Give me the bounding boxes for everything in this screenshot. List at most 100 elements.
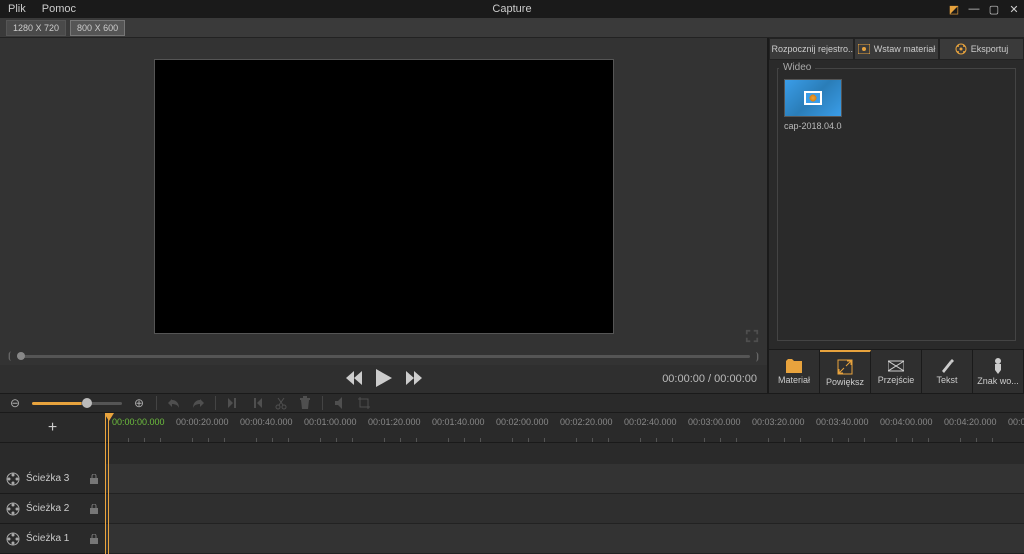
insert-label: Wstaw materiał [874, 44, 936, 54]
tab-zoom[interactable]: Powiększ [820, 350, 871, 393]
tab-text[interactable]: Tekst [922, 350, 973, 393]
ruler-tick: 00:04:00.000 [880, 417, 933, 427]
zoom-out-button[interactable]: ⊖ [8, 396, 22, 410]
zoom-in-button[interactable]: ⊕ [132, 396, 146, 410]
volume-button[interactable] [333, 396, 347, 410]
mark-out-button[interactable] [250, 396, 264, 410]
right-panel: Rozpocznij rejestro... Wstaw materiał Ek… [768, 38, 1024, 393]
playback-controls: 00:00:00 / 00:00:00 [0, 365, 767, 393]
lock-icon[interactable] [89, 474, 99, 484]
resolution-800x600[interactable]: 800 X 600 [70, 20, 125, 36]
bracket-right-icon: ⦘ [756, 351, 759, 362]
undo-button[interactable] [167, 396, 181, 410]
timeline-ruler[interactable]: 00:00:00.000 00:00:20.000 00:00:40.000 00:0… [106, 413, 1024, 443]
tab-transition-label: Przejście [878, 375, 915, 385]
thumbnail-image [784, 79, 842, 117]
time-display: 00:00:00 / 00:00:00 [662, 373, 757, 385]
edit-toolbar: ⊖ ⊕ [0, 393, 1024, 413]
delete-button[interactable] [298, 396, 312, 410]
film-icon [6, 472, 20, 486]
thumbnail-label: cap-2018.04.04.14... [784, 121, 842, 131]
ruler-tick: 00:01:40.000 [432, 417, 485, 427]
play-button[interactable] [376, 369, 392, 390]
close-button[interactable]: ✕ [1008, 3, 1020, 15]
record-label: Rozpocznij rejestro... [771, 44, 854, 54]
zoom-slider[interactable] [32, 402, 122, 405]
zoom-thumb[interactable] [82, 398, 92, 408]
lock-icon[interactable] [89, 534, 99, 544]
preview-pane: ⦗ ⦘ 00:00:00 / 00:00:00 [0, 38, 768, 393]
forward-button[interactable] [406, 371, 422, 388]
scrub-row: ⦗ ⦘ [0, 347, 767, 365]
playhead[interactable] [108, 413, 109, 554]
tab-text-label: Tekst [936, 375, 957, 385]
lock-icon[interactable] [89, 504, 99, 514]
track-header-2[interactable]: Ścieżka 2 [0, 494, 105, 524]
minimize-button[interactable]: — [968, 3, 980, 15]
bracket-left-icon: ⦗ [8, 351, 11, 362]
track-lane-2[interactable] [106, 494, 1024, 524]
mark-in-button[interactable] [226, 396, 240, 410]
video-preview[interactable] [154, 59, 614, 334]
title-bar: Plik Pomoc Capture ◩ — ▢ ✕ [0, 0, 1024, 18]
timeline: + Ścieżka 3 Ścieżka 2 Ścieżka 1 00:00:00… [0, 413, 1024, 554]
resolution-1280x720[interactable]: 1280 X 720 [6, 20, 66, 36]
tab-material[interactable]: Materiał [769, 350, 820, 393]
film-icon [6, 502, 20, 516]
ruler-tick: 00:04:20.000 [944, 417, 997, 427]
media-thumbnail[interactable]: cap-2018.04.04.14... [784, 79, 842, 131]
cut-button[interactable] [274, 396, 288, 410]
tab-transition[interactable]: Przejście [871, 350, 922, 393]
ruler-tick: 00:00:20.000 [176, 417, 229, 427]
pin-icon[interactable]: ◩ [948, 3, 960, 15]
scrub-slider[interactable] [17, 355, 749, 358]
ruler-tick: 00:00:00.000 [112, 417, 165, 427]
ruler-tick: 00:04 [1008, 417, 1024, 427]
ruler-tick: 00:03:20.000 [752, 417, 805, 427]
track-lane-1[interactable] [106, 524, 1024, 554]
ruler-tick: 00:00:40.000 [240, 417, 293, 427]
crop-button[interactable] [357, 396, 371, 410]
menu-help[interactable]: Pomoc [42, 3, 76, 15]
tab-watermark-label: Znak wo... [977, 376, 1019, 386]
ruler-tick: 00:01:20.000 [368, 417, 421, 427]
ruler-tick: 00:03:00.000 [688, 417, 741, 427]
track-lane-3[interactable] [106, 464, 1024, 494]
ruler-tick: 00:02:40.000 [624, 417, 677, 427]
track-label: Ścieżka 3 [26, 473, 83, 484]
tab-watermark[interactable]: Znak wo... [973, 350, 1024, 393]
ruler-tick: 00:01:00.000 [304, 417, 357, 427]
fullscreen-icon[interactable] [745, 329, 759, 343]
timeline-body[interactable]: 00:00:00.000 00:00:20.000 00:00:40.000 00:0… [106, 413, 1024, 554]
export-button[interactable]: Eksportuj [939, 38, 1024, 60]
app-title: Capture [492, 3, 531, 15]
media-area: Wideo cap-2018.04.04.14... [769, 60, 1024, 349]
resolution-bar: 1280 X 720 800 X 600 [0, 18, 1024, 38]
tool-tabs: Materiał Powiększ Przejście Tekst Znak w… [769, 349, 1024, 393]
scrub-thumb[interactable] [17, 352, 25, 360]
record-button[interactable]: Rozpocznij rejestro... [769, 38, 854, 60]
track-header-1[interactable]: Ścieżka 1 [0, 524, 105, 554]
tab-material-label: Materiał [778, 375, 810, 385]
export-label: Eksportuj [971, 44, 1009, 54]
track-label: Ścieżka 1 [26, 533, 83, 544]
preview-area [0, 38, 767, 347]
rewind-button[interactable] [346, 371, 362, 388]
maximize-button[interactable]: ▢ [988, 3, 1000, 15]
track-label: Ścieżka 2 [26, 503, 83, 514]
main-row: ⦗ ⦘ 00:00:00 / 00:00:00 Rozpocznij rejes… [0, 38, 1024, 393]
redo-button[interactable] [191, 396, 205, 410]
insert-button[interactable]: Wstaw materiał [854, 38, 939, 60]
film-icon [6, 532, 20, 546]
tab-zoom-label: Powiększ [826, 377, 864, 387]
action-row: Rozpocznij rejestro... Wstaw materiał Ek… [769, 38, 1024, 60]
ruler-tick: 00:02:00.000 [496, 417, 549, 427]
add-track-button[interactable]: + [0, 413, 105, 443]
track-header-3[interactable]: Ścieżka 3 [0, 464, 105, 494]
ruler-tick: 00:02:20.000 [560, 417, 613, 427]
windows-logo-icon [804, 91, 822, 105]
ruler-tick: 00:03:40.000 [816, 417, 869, 427]
media-legend: Wideo [779, 62, 815, 73]
track-lane-gap [106, 443, 1024, 464]
menu-file[interactable]: Plik [8, 3, 26, 15]
